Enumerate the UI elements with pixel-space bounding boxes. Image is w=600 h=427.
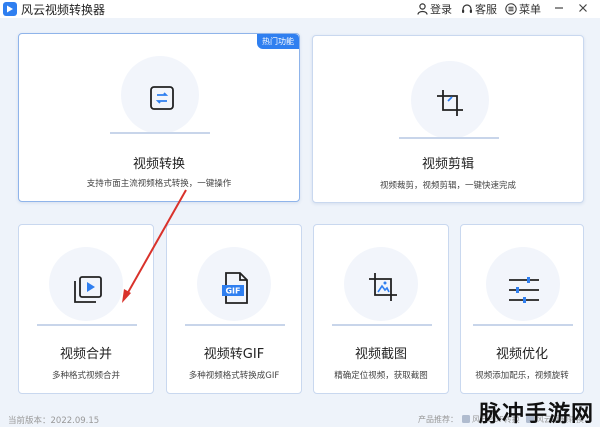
headset-icon	[462, 4, 472, 13]
card-title: 视频优化	[495, 347, 548, 362]
version-text: 当前版本：2022.09.15	[8, 416, 100, 426]
icon-underline	[332, 324, 432, 326]
user-icon	[417, 3, 428, 15]
minimize-button[interactable]	[552, 1, 566, 15]
card-title: 视频剪辑	[421, 157, 474, 172]
card-description: 多种格式视频合并	[51, 371, 120, 381]
gif-file-icon: GIF	[222, 272, 248, 304]
menu-label: 菜单	[519, 3, 541, 16]
card-title: 视频转换	[132, 157, 185, 172]
menu-icon	[505, 3, 517, 15]
app-logo-icon	[3, 2, 17, 16]
screenshot-crop-icon	[369, 273, 397, 301]
card-title: 视频转GIF	[203, 347, 265, 362]
icon-underline	[110, 132, 210, 134]
crop-icon	[437, 90, 463, 116]
convert-icon	[150, 86, 174, 110]
service-label: 客服	[475, 3, 497, 16]
menu-button[interactable]: 菜单	[505, 1, 541, 17]
video-optimize-card[interactable]: 视频优化 视频添加配乐，视频旋转	[460, 224, 584, 394]
icon-underline	[37, 324, 137, 326]
icon-underline	[185, 324, 285, 326]
video-edit-card[interactable]: 视频剪辑 视频裁剪，视频剪辑，一键快速完成	[312, 35, 584, 203]
app-title: 风云视频转换器	[21, 3, 106, 17]
close-button[interactable]	[576, 1, 590, 15]
gif-icon-label: GIF	[225, 287, 240, 296]
watermark-text: 脉冲手游网	[478, 402, 594, 427]
video-screenshot-card[interactable]: 视频截图 精确定位视频，获取截图	[313, 224, 449, 394]
minimize-icon	[555, 7, 563, 9]
merge-icon	[74, 276, 102, 303]
card-description: 视频裁剪，视频剪辑，一键快速完成	[379, 181, 516, 191]
video-merge-card[interactable]: 视频合并 多种格式视频合并	[18, 224, 154, 394]
card-title: 视频合并	[59, 347, 112, 362]
card-description: 视频添加配乐，视频旋转	[475, 371, 569, 381]
card-title: 视频截图	[354, 347, 407, 362]
pdf-app-icon	[462, 415, 470, 423]
login-label: 登录	[430, 3, 452, 16]
sliders-icon	[509, 277, 539, 303]
card-description: 多种视频格式转换成GIF	[188, 371, 280, 381]
video-to-gif-card[interactable]: GIF 视频转GIF 多种视频格式转换成GIF	[166, 224, 302, 394]
service-button[interactable]: 客服	[461, 1, 497, 17]
card-description: 精确定位视频，获取截图	[334, 371, 428, 381]
close-icon	[579, 4, 587, 12]
login-button[interactable]: 登录	[417, 1, 452, 17]
icon-underline	[399, 137, 499, 139]
recommend-label: 产品推荐：	[418, 415, 458, 424]
icon-underline	[473, 324, 573, 326]
card-description: 支持市面主流视频格式转换，一键操作	[86, 179, 232, 189]
hot-feature-badge: 热门功能	[257, 34, 299, 49]
video-convert-card[interactable]: 热门功能 视频转换 支持市面主流视频格式转换，一键操作	[18, 33, 300, 202]
title-bar: 风云视频转换器 登录 客服 菜单	[0, 0, 600, 18]
